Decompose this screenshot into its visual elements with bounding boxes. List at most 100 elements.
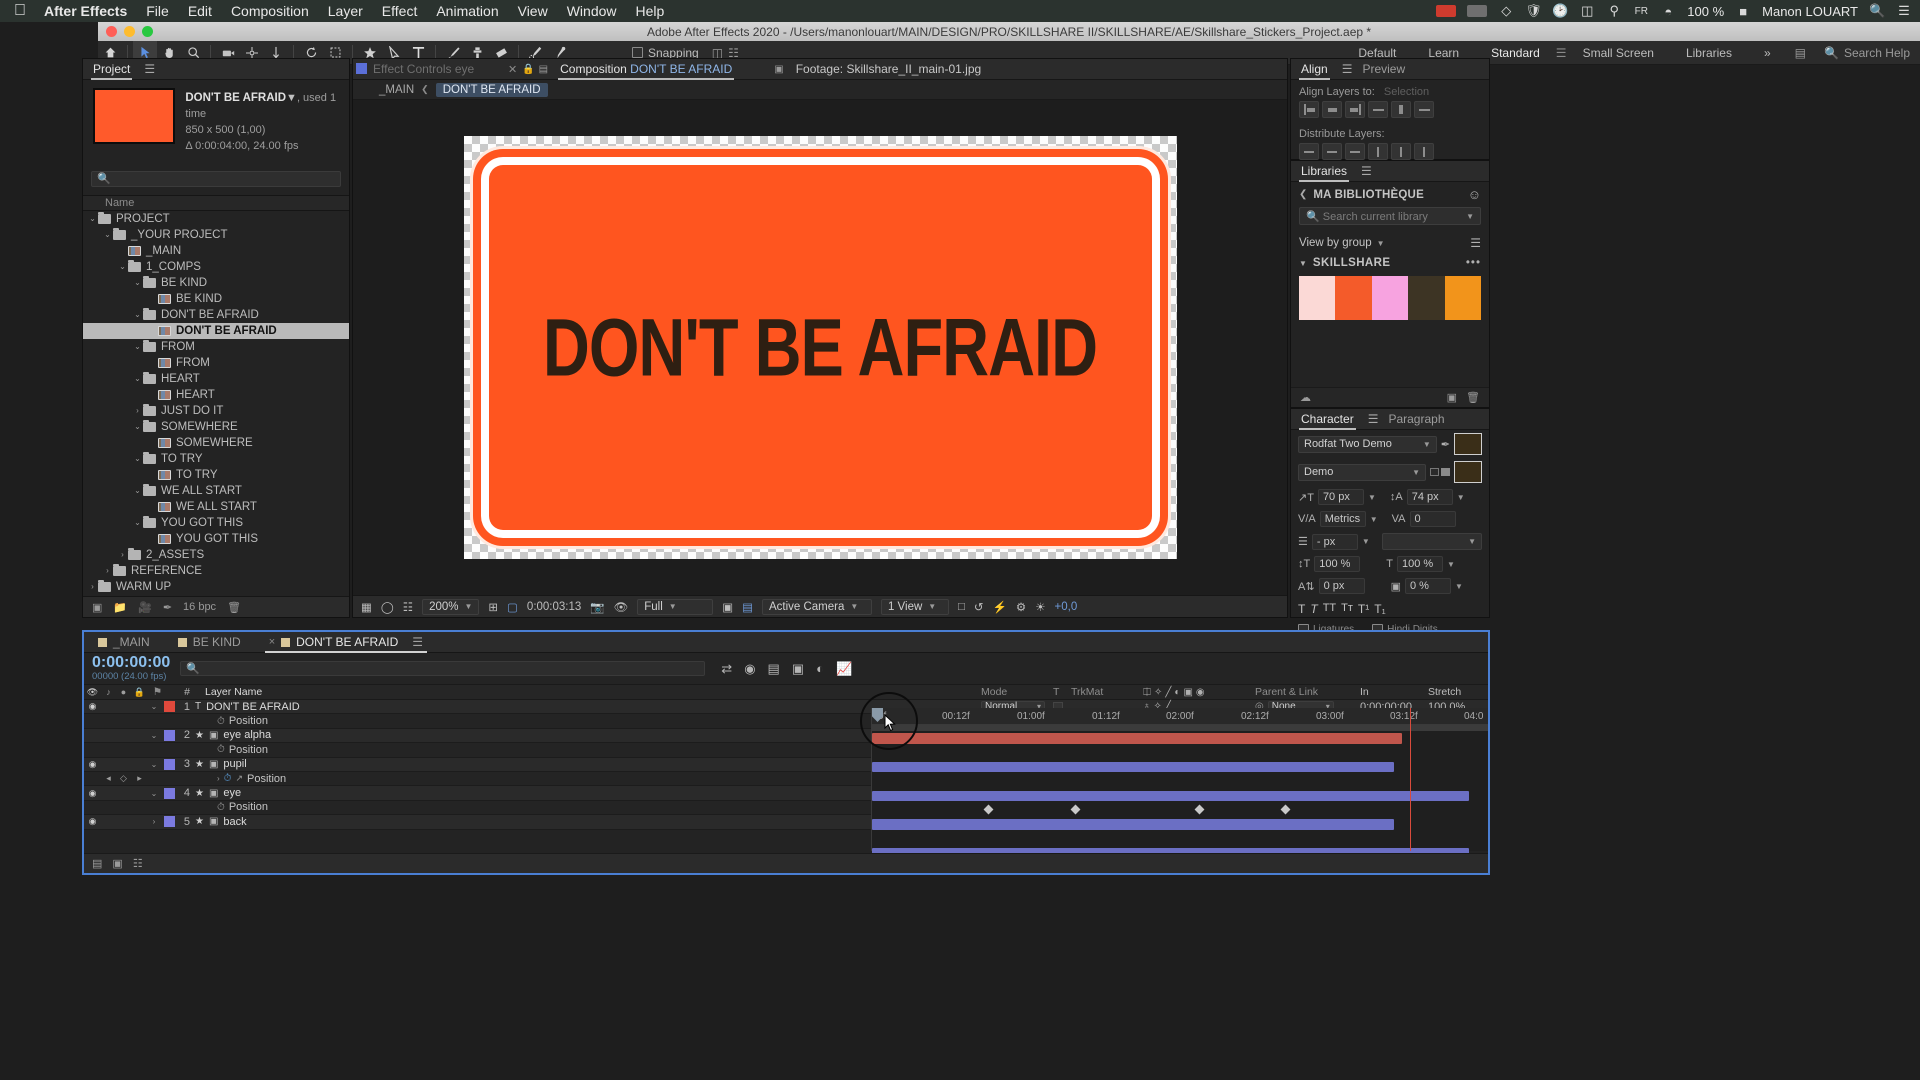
timeline-tab[interactable]: ×DON'T BE AFRAID☰	[255, 632, 437, 653]
project-tree-item[interactable]: HEART	[83, 387, 349, 403]
chevron-down-icon[interactable]: ⌄	[87, 214, 98, 223]
project-settings-icon[interactable]: ✒	[163, 601, 172, 614]
dropbox-icon[interactable]: ◇	[1498, 3, 1514, 19]
show-snapshot-icon[interactable]: 👁	[614, 600, 629, 614]
align-bottom-button[interactable]	[1414, 101, 1434, 118]
flag-icon[interactable]: FR	[1633, 6, 1649, 17]
chevron-down-icon[interactable]: ⌄	[148, 702, 160, 711]
user-name-label[interactable]: Manon LOUART	[1762, 4, 1858, 19]
new-folder-icon[interactable]: 📁	[113, 601, 127, 614]
chevron-down-icon[interactable]: ▼	[1457, 493, 1465, 502]
layer-duration-bar[interactable]	[872, 733, 1402, 744]
composition-viewer[interactable]: DON'T BE AFRAID	[353, 100, 1287, 595]
chevron-down-icon[interactable]: ⌄	[132, 278, 143, 287]
project-tree-item[interactable]: ⌄FROM	[83, 339, 349, 355]
faux-bold-button[interactable]: T	[1298, 602, 1305, 616]
stopwatch-icon[interactable]: ⏱	[217, 744, 225, 755]
project-tree-item[interactable]: ›WARM UP	[83, 579, 349, 595]
keyframe-marker[interactable]	[1195, 805, 1205, 815]
bluetooth-icon[interactable]: ⚲	[1606, 3, 1622, 19]
baseline-shift-field[interactable]: 0 px	[1319, 578, 1365, 594]
new-composition-icon[interactable]: 🎥	[138, 601, 152, 614]
add-content-icon[interactable]: ▣	[1447, 391, 1457, 404]
project-tree-item[interactable]: FROM	[83, 355, 349, 371]
color-swatch[interactable]	[1408, 276, 1444, 320]
chevron-right-icon[interactable]: ›	[148, 817, 160, 826]
menu-animation[interactable]: Animation	[436, 3, 498, 19]
project-tree-item[interactable]: ⌄_YOUR PROJECT	[83, 227, 349, 243]
chevron-down-icon[interactable]: ▼	[1370, 515, 1378, 524]
spotlight-search-icon[interactable]: 🔍	[1869, 3, 1885, 19]
cloud-sync-icon[interactable]: ☁	[1300, 391, 1311, 404]
faux-italic-button[interactable]: T	[1310, 602, 1317, 616]
close-tab-icon[interactable]: ×	[269, 632, 275, 653]
fast-previews-icon[interactable]: ⚡	[993, 600, 1007, 614]
layer-label-color[interactable]	[160, 788, 179, 799]
character-panel-menu-icon[interactable]: ☰	[1368, 412, 1379, 426]
chevron-down-icon[interactable]: ▼	[1368, 493, 1376, 502]
clock-icon[interactable]: 🕑	[1552, 3, 1568, 19]
font-size-field[interactable]: 70 px	[1318, 489, 1364, 505]
stopwatch-icon[interactable]: ⏱	[224, 773, 232, 784]
camera-view-selector[interactable]: Active Camera ▼	[762, 599, 872, 615]
renderer-icon[interactable]: ⚙	[1016, 600, 1026, 614]
bit-depth-label[interactable]: 16 bpc	[183, 601, 216, 613]
distribute-bottom-button[interactable]	[1345, 143, 1365, 160]
menu-window[interactable]: Window	[567, 3, 617, 19]
layer-label-color[interactable]	[160, 759, 179, 770]
list-view-icon[interactable]: ☰	[1470, 236, 1481, 250]
project-tree-item[interactable]: ⌄HEART	[83, 371, 349, 387]
libraries-panel-menu-icon[interactable]: ☰	[1361, 164, 1372, 178]
project-tree-item[interactable]: ›REFERENCE	[83, 563, 349, 579]
comp-family-icon[interactable]: ▣	[112, 857, 122, 870]
minimize-window-button[interactable]	[124, 26, 135, 37]
project-tree-item[interactable]: ⌄PROJECT	[83, 211, 349, 227]
tsume-field[interactable]: 0 %	[1405, 578, 1451, 594]
distribute-vertical-center-button[interactable]	[1322, 143, 1342, 160]
fill-color-chip[interactable]	[1430, 468, 1439, 476]
comp-dropdown-icon[interactable]: ▼	[286, 92, 297, 104]
menu-layer[interactable]: Layer	[328, 3, 363, 19]
chevron-down-icon[interactable]: ▼	[1299, 259, 1307, 268]
tab-effect-controls[interactable]: Effect Controls eye	[356, 58, 474, 79]
tab-composition-dont-be-afraid[interactable]: Composition DON'T BE AFRAID	[552, 59, 740, 80]
stroke-color-swatch[interactable]	[1454, 461, 1482, 483]
chevron-down-icon[interactable]: ⌄	[132, 486, 143, 495]
tracking-field[interactable]: 0	[1410, 511, 1456, 527]
graph-editor-icon[interactable]: 📈	[836, 661, 852, 677]
exposure-icon[interactable]: ☀	[1035, 600, 1045, 614]
chevron-down-icon[interactable]: ⌄	[132, 310, 143, 319]
chevron-down-icon[interactable]: ⌄	[148, 789, 160, 798]
maximize-window-button[interactable]	[142, 26, 153, 37]
distribute-left-button[interactable]	[1368, 143, 1388, 160]
stroke-width-field[interactable]: - px	[1312, 534, 1358, 550]
workspace-overflow-button[interactable]: »	[1748, 41, 1787, 65]
view-by-group-dropdown[interactable]: View by group ▼	[1299, 237, 1464, 249]
library-group-more-icon[interactable]: •••	[1466, 257, 1481, 269]
tab-preview[interactable]: Preview	[1352, 59, 1415, 80]
pixel-aspect-icon[interactable]: □	[958, 601, 965, 613]
color-swatch[interactable]	[1445, 276, 1481, 320]
layer-name-cell[interactable]: ★▣pupil	[195, 758, 981, 770]
snapping-checkbox[interactable]	[632, 47, 643, 58]
hide-shy-layers-icon[interactable]: ▤	[768, 661, 780, 677]
current-time-label[interactable]: 0:00:03:13	[527, 601, 581, 613]
zoom-slider-icon[interactable]: ☷	[133, 857, 143, 870]
align-top-button[interactable]	[1368, 101, 1388, 118]
tab-project[interactable]: Project	[83, 59, 140, 80]
live-update-icon[interactable]: ⇄	[721, 661, 732, 677]
horizontal-scale-field[interactable]: 100 %	[1397, 556, 1443, 572]
fill-color-swatch[interactable]	[1454, 433, 1482, 455]
library-search-input[interactable]: 🔍 Search current library ▼	[1299, 207, 1481, 225]
chevron-down-icon[interactable]: ⌄	[132, 342, 143, 351]
project-tree-item[interactable]: WE ALL START	[83, 499, 349, 515]
chevron-down-icon[interactable]: ▼	[1447, 560, 1455, 569]
menu-view[interactable]: View	[518, 3, 548, 19]
align-vertical-center-button[interactable]	[1391, 101, 1411, 118]
project-tree-item[interactable]: ›2_ASSETS	[83, 547, 349, 563]
stroke-color-chip[interactable]	[1441, 468, 1450, 476]
account-icon[interactable]: ☺	[1468, 187, 1481, 202]
timeline-tab[interactable]: _MAIN	[84, 632, 164, 653]
chevron-down-icon[interactable]: ⌄	[117, 262, 128, 271]
align-left-button[interactable]	[1299, 101, 1319, 118]
